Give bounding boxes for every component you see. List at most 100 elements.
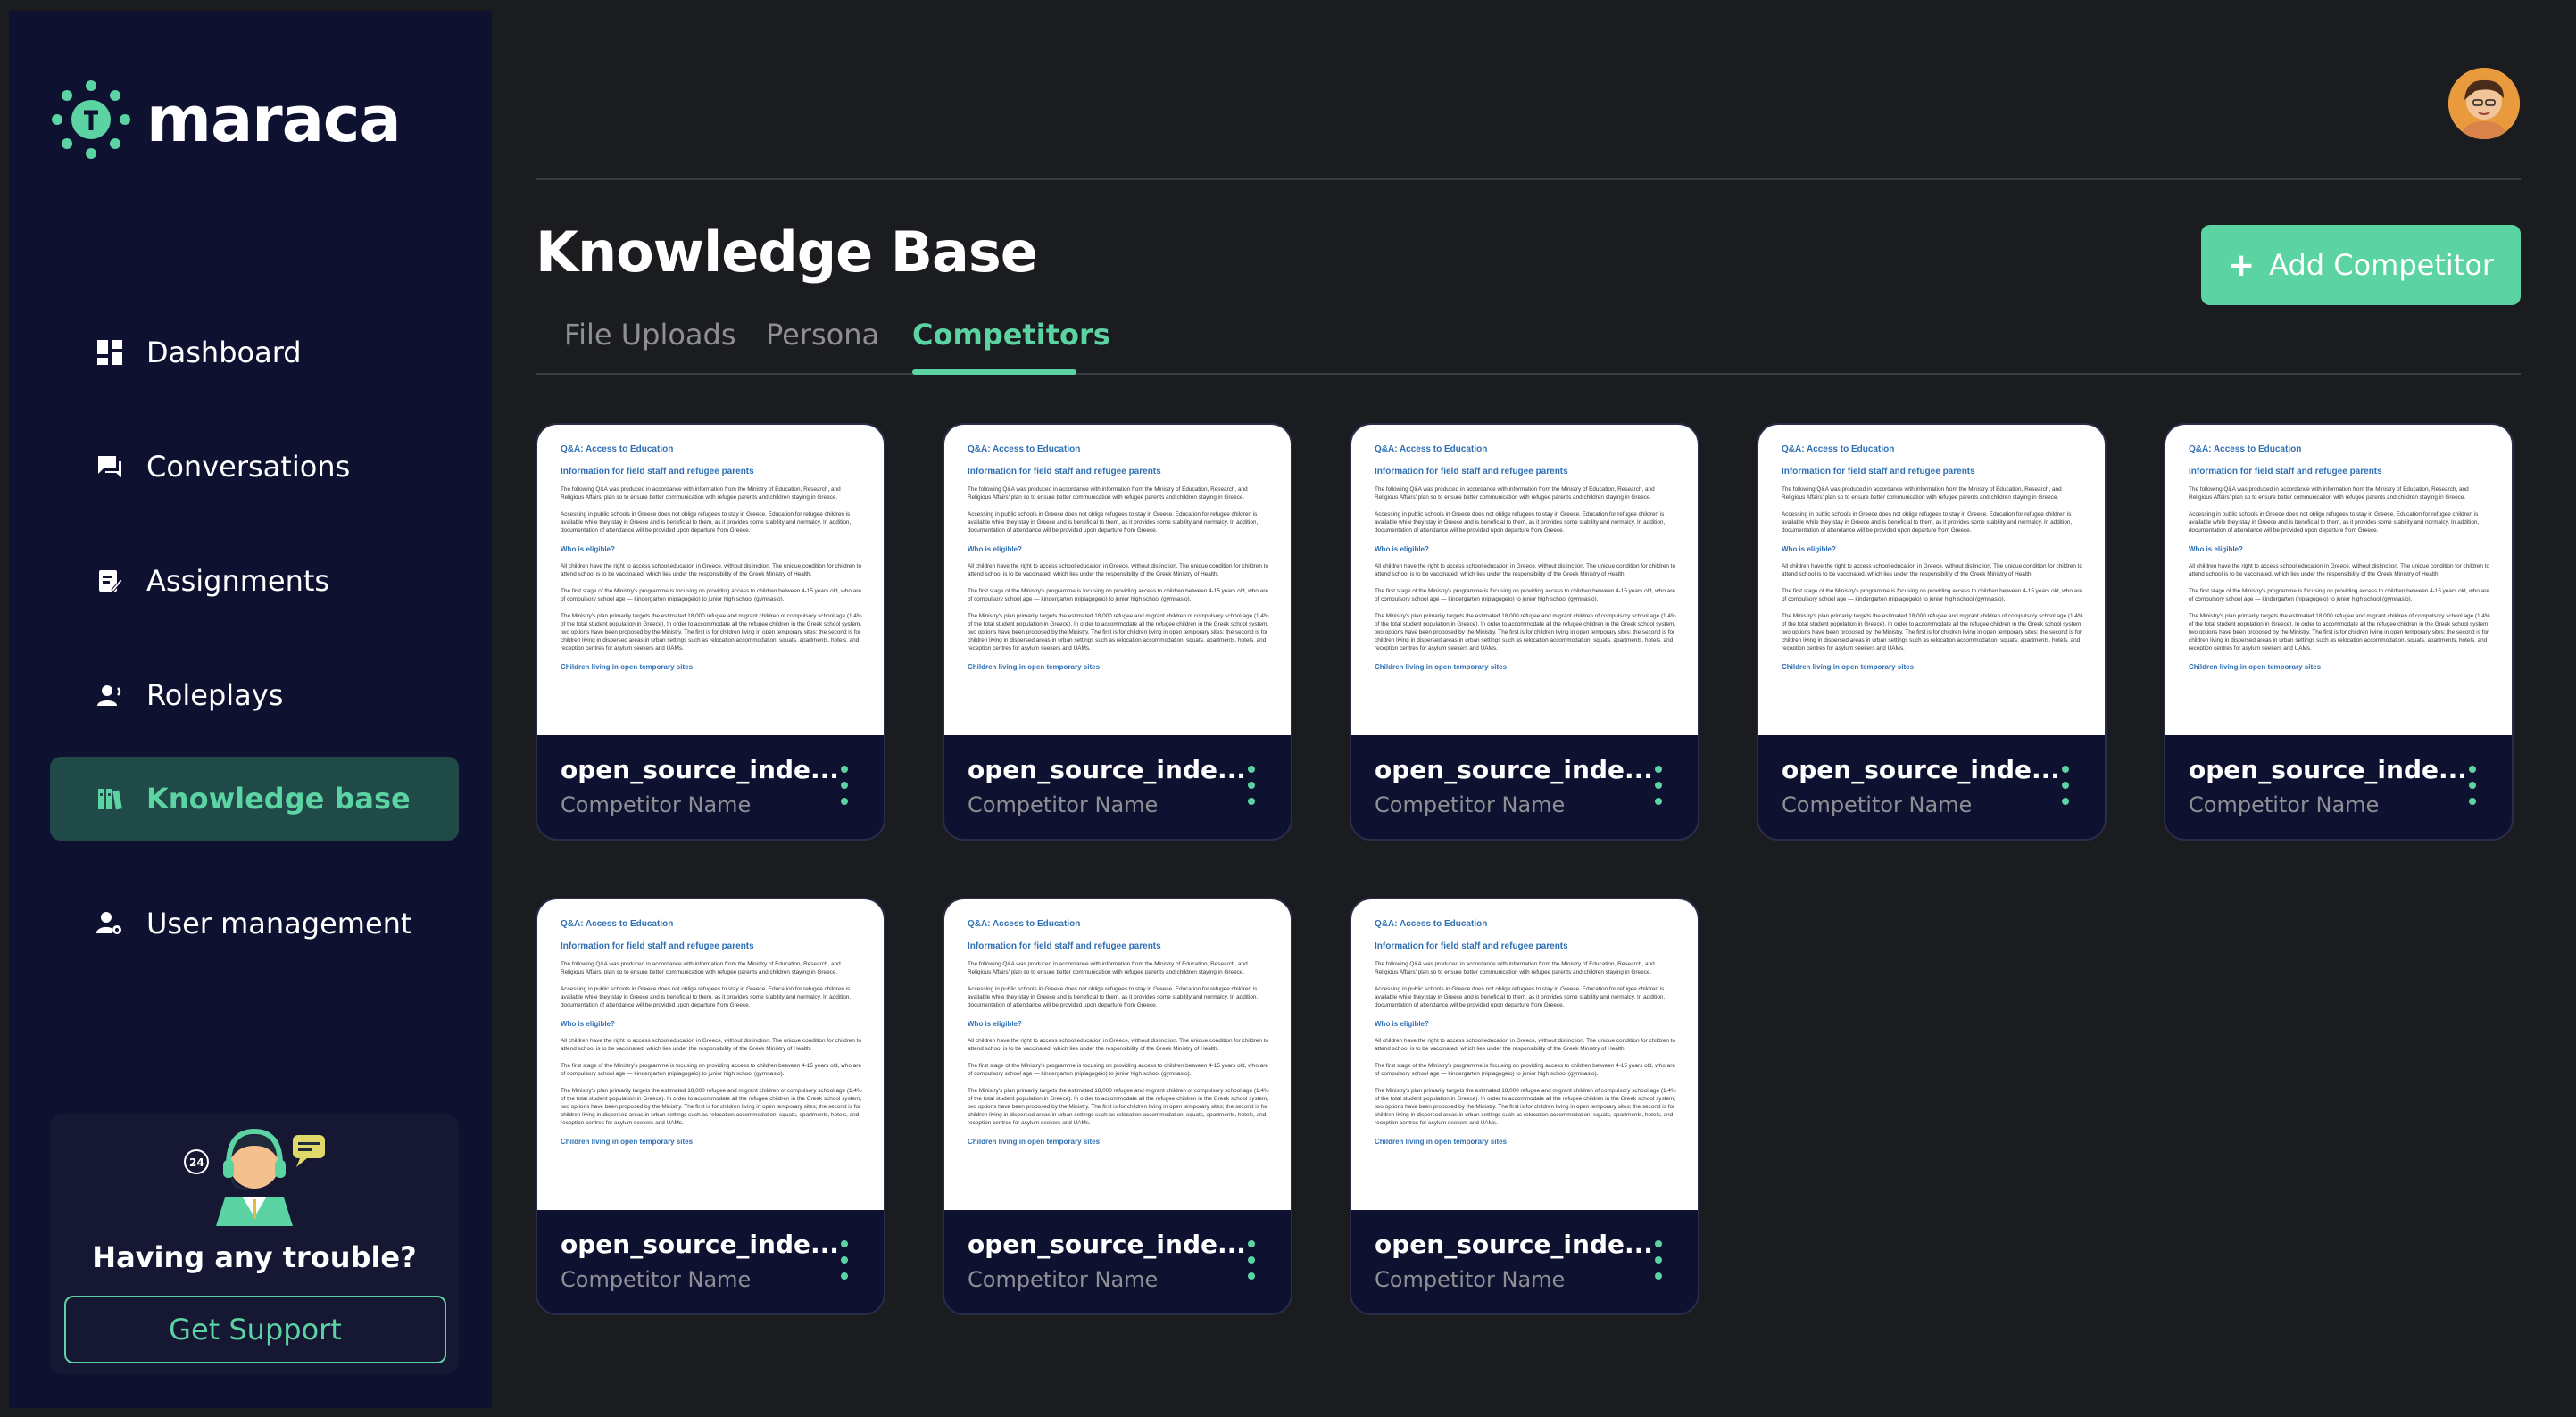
more-options-icon[interactable] [2465, 766, 2480, 805]
doc-section-heading: Who is eligible? [1375, 545, 1429, 553]
doc-heading: Q&A: Access to Education [561, 444, 674, 454]
doc-subheading: Information for field staff and refugee … [968, 467, 1161, 476]
competitor-card[interactable]: Q&A: Access to Education Information for… [943, 423, 1292, 841]
book-icon [96, 785, 123, 812]
sidebar-item-user-management[interactable]: User management [50, 882, 459, 965]
doc-subheading: Information for field staff and refugee … [561, 941, 754, 951]
doc-subheading: Information for field staff and refugee … [968, 941, 1161, 951]
more-options-icon[interactable] [1244, 1240, 1259, 1280]
doc-section-heading: Children living in open temporary sites [968, 663, 1101, 671]
doc-paragraph: The Ministry's plan primarily targets th… [2189, 613, 2490, 651]
doc-heading: Q&A: Access to Education [968, 919, 1081, 929]
support-title: Having any trouble? [92, 1240, 417, 1274]
doc-paragraph: The first stage of the Ministry's progra… [1375, 588, 1675, 602]
user-settings-icon [96, 910, 123, 937]
plus-icon: + [2227, 246, 2256, 284]
more-options-icon[interactable] [2058, 766, 2073, 805]
sidebar-item-dashboard[interactable]: Dashboard [50, 311, 459, 394]
sidebar-item-knowledge-base[interactable]: Knowledge base [50, 757, 459, 841]
document-thumbnail[interactable]: Q&A: Access to Education Information for… [944, 425, 1291, 735]
doc-paragraph: The following Q&A was produced in accord… [1375, 961, 1655, 975]
file-name: open_source_inde... [561, 1230, 839, 1259]
doc-paragraph: The Ministry's plan primarily targets th… [968, 613, 1269, 651]
competitor-card[interactable]: Q&A: Access to Education Information for… [536, 898, 885, 1315]
doc-subheading: Information for field staff and refugee … [1375, 941, 1568, 951]
document-thumbnail[interactable]: Q&A: Access to Education Information for… [1351, 425, 1698, 735]
sidebar-item-conversations[interactable]: Conversations [50, 425, 459, 509]
file-name: open_source_inde... [968, 1230, 1246, 1259]
doc-paragraph: All children have the right to access sc… [561, 1038, 862, 1052]
document-thumbnail[interactable]: Q&A: Access to Education Information for… [537, 899, 884, 1210]
competitor-name: Competitor Name [2189, 792, 2380, 817]
tab-file-uploads[interactable]: File Uploads [564, 318, 736, 352]
file-name: open_source_inde... [2189, 755, 2467, 784]
doc-subheading: Information for field staff and refugee … [561, 467, 754, 476]
more-options-icon[interactable] [1651, 766, 1666, 805]
competitor-card[interactable]: Q&A: Access to Education Information for… [1350, 423, 1699, 841]
sidebar-item-label: Conversations [146, 450, 351, 484]
card-footer: open_source_inde... Competitor Name [1351, 735, 1698, 839]
page-title: Knowledge Base [536, 220, 1038, 285]
doc-section-heading: Who is eligible? [968, 545, 1022, 553]
active-tab-indicator [912, 369, 1076, 375]
more-options-icon[interactable] [837, 1240, 852, 1280]
tab-divider [536, 373, 2521, 375]
tab-persona[interactable]: Persona [766, 318, 879, 352]
sidebar-item-assignments[interactable]: Assignments [50, 539, 459, 623]
more-options-icon[interactable] [1244, 766, 1259, 805]
doc-paragraph: The following Q&A was produced in accord… [561, 961, 841, 975]
doc-paragraph: All children have the right to access sc… [968, 1038, 1269, 1052]
doc-subheading: Information for field staff and refugee … [1375, 467, 1568, 476]
competitor-card[interactable]: Q&A: Access to Education Information for… [1757, 423, 2107, 841]
doc-paragraph: The Ministry's plan primarily targets th… [561, 1088, 862, 1126]
document-thumbnail[interactable]: Q&A: Access to Education Information for… [537, 425, 884, 735]
add-competitor-button[interactable]: + Add Competitor [2201, 225, 2521, 305]
dashboard-icon [96, 339, 123, 366]
document-thumbnail[interactable]: Q&A: Access to Education Information for… [1758, 425, 2105, 735]
more-options-icon[interactable] [837, 766, 852, 805]
get-support-button[interactable]: Get Support [64, 1296, 446, 1363]
doc-section-heading: Children living in open temporary sites [1375, 663, 1508, 671]
competitor-name: Competitor Name [1375, 1267, 1566, 1292]
document-thumbnail[interactable]: Q&A: Access to Education Information for… [1351, 899, 1698, 1210]
sidebar: maraca Dashboard Conversations Assignmen… [9, 11, 492, 1408]
competitor-name: Competitor Name [1782, 792, 1973, 817]
competitor-card[interactable]: Q&A: Access to Education Information for… [943, 898, 1292, 1315]
doc-section-heading: Who is eligible? [2189, 545, 2243, 553]
more-options-icon[interactable] [1651, 1240, 1666, 1280]
doc-paragraph: The first stage of the Ministry's progra… [1375, 1063, 1675, 1077]
header-divider [536, 178, 2521, 180]
logo[interactable]: maraca [48, 66, 402, 173]
doc-section-heading: Children living in open temporary sites [561, 1138, 694, 1146]
avatar[interactable] [2448, 68, 2520, 139]
doc-paragraph: The first stage of the Ministry's progra… [561, 1063, 861, 1077]
doc-heading: Q&A: Access to Education [1375, 444, 1488, 454]
doc-paragraph: The following Q&A was produced in accord… [1782, 486, 2062, 501]
competitor-card[interactable]: Q&A: Access to Education Information for… [536, 423, 885, 841]
tab-competitors[interactable]: Competitors [912, 318, 1110, 352]
doc-heading: Q&A: Access to Education [1375, 919, 1488, 929]
file-name: open_source_inde... [968, 755, 1246, 784]
competitor-name: Competitor Name [561, 1267, 752, 1292]
competitor-card[interactable]: Q&A: Access to Education Information for… [1350, 898, 1699, 1315]
doc-paragraph: All children have the right to access sc… [1375, 563, 1676, 577]
doc-section-heading: Children living in open temporary sites [1782, 663, 1915, 671]
doc-heading: Q&A: Access to Education [2189, 444, 2302, 454]
competitor-card[interactable]: Q&A: Access to Education Information for… [2164, 423, 2514, 841]
doc-heading: Q&A: Access to Education [1782, 444, 1895, 454]
doc-subheading: Information for field staff and refugee … [2189, 467, 2382, 476]
support-agent-illustration: 24 [184, 1128, 325, 1226]
sidebar-item-roleplays[interactable]: Roleplays [50, 653, 459, 737]
sidebar-item-label: Dashboard [146, 336, 302, 369]
competitor-name: Competitor Name [968, 1267, 1159, 1292]
doc-paragraph: Accessing in public schools in Greece do… [561, 511, 852, 534]
doc-paragraph: The first stage of the Ministry's progra… [561, 588, 861, 602]
sidebar-item-label: Roleplays [146, 678, 284, 712]
card-footer: open_source_inde... Competitor Name [537, 1210, 884, 1313]
chat-icon [96, 453, 123, 480]
add-competitor-label: Add Competitor [2269, 248, 2495, 282]
document-thumbnail[interactable]: Q&A: Access to Education Information for… [944, 899, 1291, 1210]
doc-section-heading: Who is eligible? [561, 1020, 615, 1028]
doc-section-heading: Children living in open temporary sites [1375, 1138, 1508, 1146]
document-thumbnail[interactable]: Q&A: Access to Education Information for… [2165, 425, 2512, 735]
